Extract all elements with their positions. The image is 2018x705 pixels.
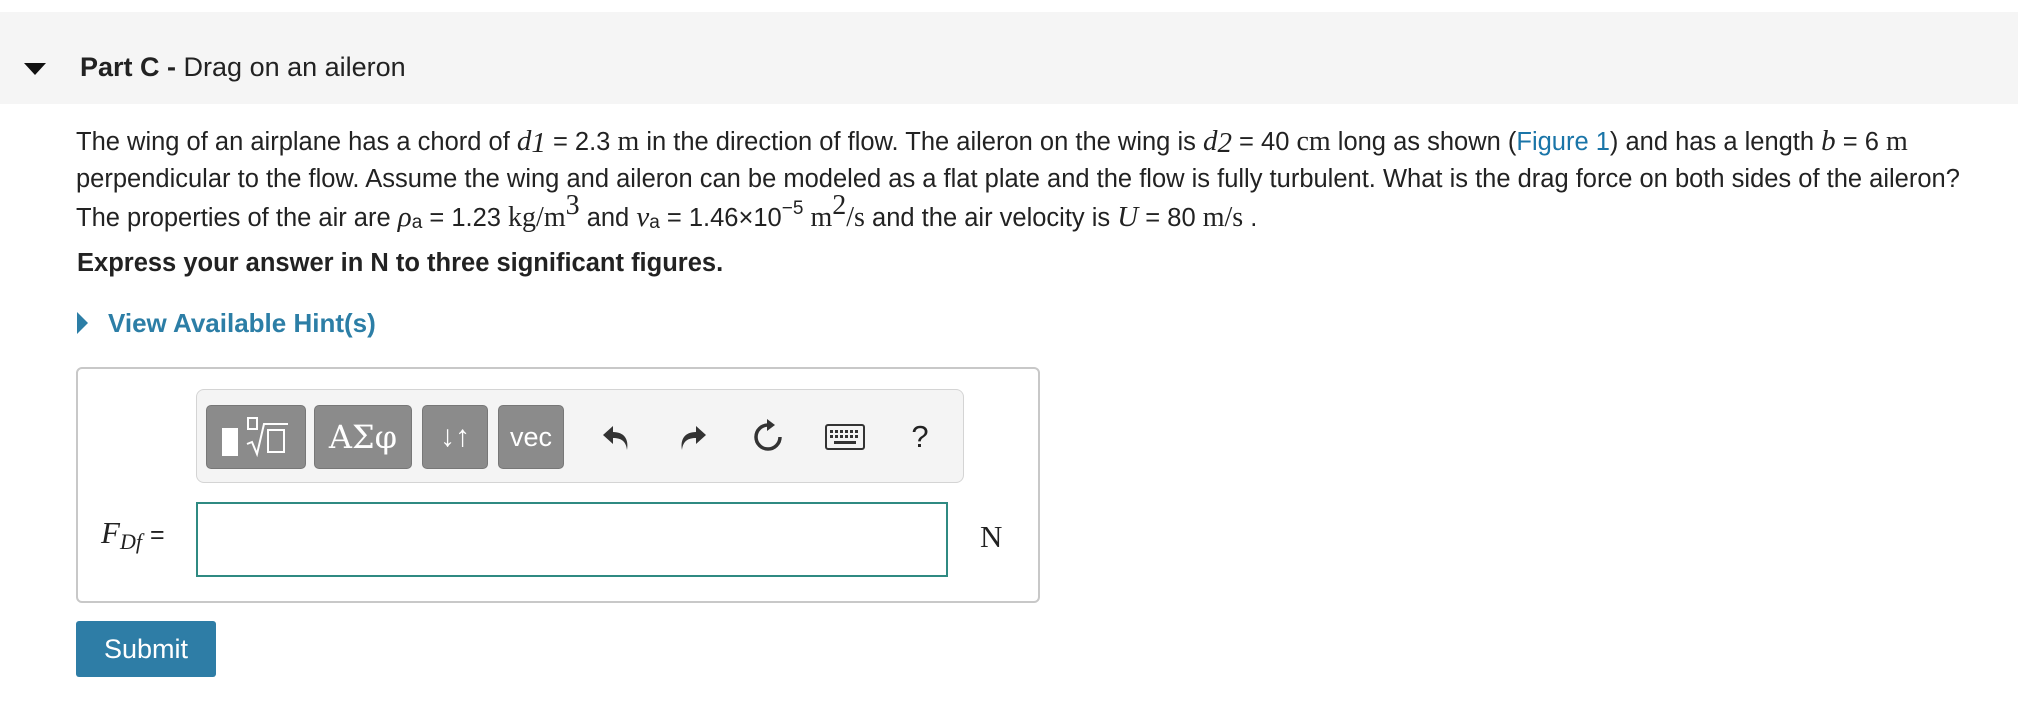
var-rho: ρ xyxy=(397,201,412,233)
greek-symbols-button[interactable]: ΑΣφ xyxy=(314,405,412,469)
text: . xyxy=(1243,204,1258,232)
sub-a: a xyxy=(411,212,423,233)
part-title: Part C - Drag on an aileron xyxy=(80,52,406,83)
problem-statement: The wing of an airplane has a chord of d… xyxy=(76,122,2011,236)
sup-2: 2 xyxy=(832,190,847,221)
text: The properties of the air are xyxy=(76,204,398,232)
answer-variable-label: FDf = xyxy=(101,515,165,554)
problem-line-2: perpendicular to the flow. Assume the wi… xyxy=(76,165,1960,193)
expand-caret-icon[interactable] xyxy=(77,312,88,334)
redo-icon[interactable] xyxy=(671,417,715,457)
problem-line-3: The properties of the air are ρa = 1.23 … xyxy=(76,190,2011,236)
templates-button[interactable] xyxy=(206,405,306,469)
var-U: U xyxy=(1117,201,1139,233)
text: = 6 xyxy=(1835,128,1886,156)
var-F: F xyxy=(101,515,120,550)
submit-button[interactable]: Submit xyxy=(76,621,216,677)
text: = 2.3 xyxy=(545,128,618,156)
sub-d1: 1 xyxy=(531,127,546,159)
text: in the direction of flow. The aileron on… xyxy=(639,128,1203,156)
text: long as shown ( xyxy=(1330,128,1517,156)
unit-m-s: m/s xyxy=(1202,202,1244,233)
text: = 1.46×10 xyxy=(659,204,782,232)
unit-kg-m3: kg/m xyxy=(508,202,566,233)
figure-1-link[interactable]: Figure 1 xyxy=(1516,128,1610,156)
answer-unit: N xyxy=(980,519,1003,554)
help-icon[interactable]: ? xyxy=(898,417,942,457)
sup-3: 3 xyxy=(565,190,580,221)
sup-exp: −5 xyxy=(781,198,804,219)
part-label: Part C - xyxy=(80,52,177,82)
sub-d2: 2 xyxy=(1217,127,1232,159)
unit-cm: cm xyxy=(1296,126,1331,157)
text: ) and has a length xyxy=(1609,128,1822,156)
part-name: Drag on an aileron xyxy=(183,52,406,82)
view-hints-link[interactable]: View Available Hint(s) xyxy=(108,308,376,339)
subscript-superscript-button[interactable]: ↓↑ xyxy=(422,405,488,469)
var-nu: ν xyxy=(636,201,650,233)
text: = 40 xyxy=(1231,128,1297,156)
undo-icon[interactable] xyxy=(594,417,638,457)
var-b: b xyxy=(1821,125,1836,157)
var-d1: d xyxy=(516,125,532,157)
unit-m: m xyxy=(617,126,640,157)
equals-sign: = xyxy=(149,521,165,549)
unit-m: m xyxy=(1885,126,1908,157)
keyboard-icon[interactable] xyxy=(822,417,868,457)
answer-input[interactable] xyxy=(196,502,948,577)
vector-button[interactable]: vec xyxy=(498,405,564,469)
answer-instruction: Express your answer in N to three signif… xyxy=(77,249,724,277)
text: The wing of an airplane has a chord of xyxy=(76,128,517,156)
unit-per-s: /s xyxy=(846,202,865,233)
text: = 80 xyxy=(1138,204,1203,232)
root-icon xyxy=(246,417,288,458)
reset-icon[interactable] xyxy=(746,417,790,457)
text: and xyxy=(579,204,637,232)
var-d2: d xyxy=(1202,125,1218,157)
text: and the air velocity is xyxy=(864,204,1118,232)
text: = 1.23 xyxy=(422,204,509,232)
templates-icon xyxy=(222,428,238,456)
sub-a: a xyxy=(649,212,660,233)
unit-m2: m xyxy=(810,202,833,233)
part-header[interactable]: Part C - Drag on an aileron xyxy=(0,12,2018,104)
problem-line-1: The wing of an airplane has a chord of d… xyxy=(76,122,2011,160)
collapse-caret-icon[interactable] xyxy=(24,63,46,75)
var-sub-Df: Df xyxy=(119,529,142,554)
